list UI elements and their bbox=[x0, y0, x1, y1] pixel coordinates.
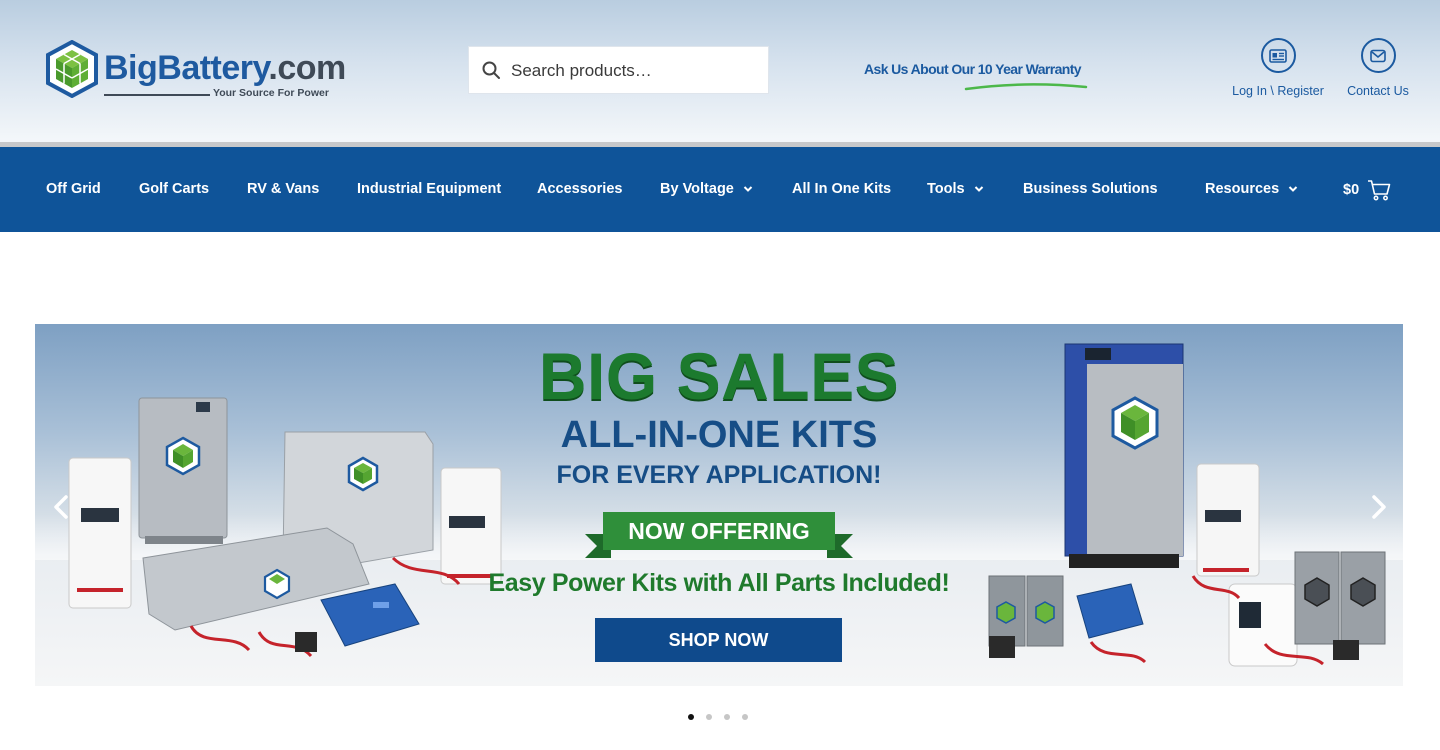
site-header: BigBattery.com Your Source For Power Ask… bbox=[0, 0, 1440, 142]
carousel-dot-1[interactable] bbox=[688, 714, 694, 720]
login-register-button[interactable]: Log In \ Register bbox=[1228, 38, 1328, 98]
banner-tagline: Easy Power Kits with All Parts Included! bbox=[488, 569, 950, 597]
id-card-icon bbox=[1260, 38, 1296, 73]
nav-item-business-solutions[interactable]: Business Solutions bbox=[1023, 147, 1158, 232]
carousel-next-arrow-icon[interactable] bbox=[1369, 494, 1389, 520]
nav-item-accessories[interactable]: Accessories bbox=[537, 147, 622, 232]
nav-item-label: RV & Vans bbox=[247, 181, 320, 197]
search-icon[interactable] bbox=[481, 60, 501, 80]
nav-item-label: By Voltage bbox=[660, 181, 734, 197]
nav-item-label: Industrial Equipment bbox=[357, 181, 502, 197]
nav-item-resources[interactable]: Resources bbox=[1205, 147, 1298, 232]
carousel-dot-3[interactable] bbox=[724, 714, 730, 720]
contact-us-label: Contact Us bbox=[1347, 84, 1409, 98]
search-input[interactable] bbox=[511, 57, 761, 85]
logo-wordmark-name: BigBattery bbox=[104, 49, 269, 87]
logo-tagline: Your Source For Power bbox=[213, 87, 329, 99]
nav-item-off-grid[interactable]: Off Grid bbox=[46, 147, 101, 232]
carousel-prev-arrow-icon[interactable] bbox=[51, 494, 71, 520]
shopping-cart-icon bbox=[1368, 179, 1391, 200]
chevron-down-icon bbox=[743, 186, 753, 193]
banner-subheadline-2: FOR EVERY APPLICATION! bbox=[556, 461, 882, 489]
nav-item-label: Accessories bbox=[537, 181, 623, 197]
warranty-underline-swoosh bbox=[964, 83, 1088, 91]
nav-item-label: All In One Kits bbox=[792, 181, 892, 197]
cart-button[interactable]: $0 bbox=[1343, 147, 1391, 232]
hero-banner-slide[interactable]: BIG SALES ALL-IN-ONE KITS FOR EVERY APPL… bbox=[35, 324, 1403, 686]
nav-item-industrial-equipment[interactable]: Industrial Equipment bbox=[357, 147, 501, 232]
nav-item-all-in-one-kits[interactable]: All In One Kits bbox=[792, 147, 891, 232]
carousel-dot-2[interactable] bbox=[706, 714, 712, 720]
search-box bbox=[468, 46, 769, 94]
nav-item-label: Tools bbox=[927, 181, 965, 197]
warranty-link[interactable]: Ask Us About Our 10 Year Warranty bbox=[864, 61, 1082, 77]
nav-item-label: Business Solutions bbox=[1023, 181, 1158, 197]
banner-subheadline: ALL-IN-ONE KITS bbox=[560, 414, 878, 456]
chevron-down-icon bbox=[974, 186, 983, 193]
logo-wordmark: BigBattery.com bbox=[104, 48, 346, 88]
site-logo[interactable]: BigBattery.com Your Source For Power bbox=[46, 40, 346, 102]
chevron-down-icon bbox=[1288, 186, 1298, 193]
nav-item-by-voltage[interactable]: By Voltage bbox=[660, 147, 753, 232]
mail-icon bbox=[1360, 38, 1396, 73]
logo-wordmark-domain: .com bbox=[268, 49, 346, 87]
carousel-dot-4[interactable] bbox=[742, 714, 748, 720]
banner-headline: BIG SALES bbox=[538, 339, 900, 413]
nav-item-label: Golf Carts bbox=[139, 181, 210, 197]
cart-total: $0 bbox=[1343, 181, 1360, 198]
shop-now-button[interactable]: SHOP NOW bbox=[595, 618, 842, 662]
nav-item-tools[interactable]: Tools bbox=[927, 147, 984, 232]
login-register-label: Log In \ Register bbox=[1232, 84, 1324, 98]
contact-us-button[interactable]: Contact Us bbox=[1342, 38, 1414, 98]
nav-item-label: Resources bbox=[1205, 181, 1280, 197]
nav-item-label: Off Grid bbox=[46, 181, 101, 197]
logo-underline bbox=[104, 94, 210, 96]
now-offering-label: NOW OFFERING bbox=[628, 518, 810, 544]
carousel-pagination bbox=[688, 714, 760, 722]
main-navigation: Off Grid Golf Carts RV & Vans Industrial… bbox=[0, 147, 1440, 232]
battery-cube-logo-icon bbox=[46, 40, 98, 98]
nav-item-rv-vans[interactable]: RV & Vans bbox=[247, 147, 319, 232]
nav-item-golf-carts[interactable]: Golf Carts bbox=[139, 147, 209, 232]
